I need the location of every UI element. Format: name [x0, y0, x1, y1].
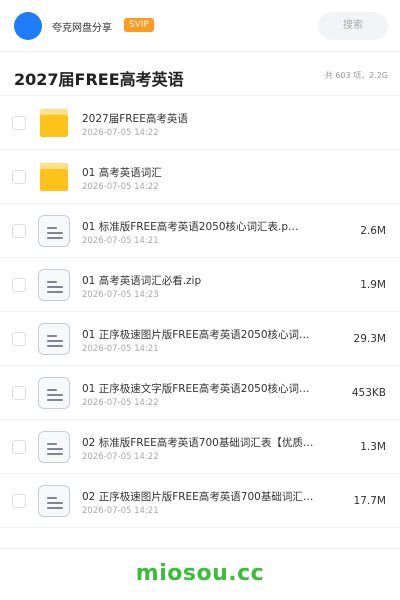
document-icon: [38, 323, 70, 355]
file-size: 1.3M: [360, 441, 386, 453]
folder-header: 2027届FREE高考英语 共 603 项，2.2G: [0, 52, 400, 96]
row-checkbox[interactable]: [12, 224, 26, 238]
file-date: 2026-07-05 14:22: [82, 398, 159, 408]
search-button[interactable]: 搜索: [318, 12, 388, 40]
file-row[interactable]: 02 标准版FREE高考英语700基础词汇表【优质… 2026-07-05 14…: [0, 420, 400, 474]
folder-icon: [40, 109, 68, 137]
row-checkbox[interactable]: [12, 116, 26, 130]
file-date: 2026-07-05 14:23: [82, 290, 159, 300]
document-icon: [38, 377, 70, 409]
file-size: 29.3M: [353, 333, 386, 345]
folder-summary: 共 603 项，2.2G: [324, 71, 388, 80]
file-row[interactable]: 01 正序极速文字版FREE高考英语2050核心词… 2026-07-05 14…: [0, 366, 400, 420]
file-size: 1.9M: [360, 279, 386, 291]
file-date: 2026-07-05 14:22: [82, 182, 159, 192]
svip-badge: SVIP: [124, 18, 154, 32]
file-name: 01 正序极速图片版FREE高考英语2050核心词…: [82, 329, 310, 341]
file-row[interactable]: 01 标准版FREE高考英语2050核心词汇表.p… 2026-07-05 14…: [0, 204, 400, 258]
file-name: 01 正序极速文字版FREE高考英语2050核心词…: [82, 383, 310, 395]
file-row[interactable]: 01 正序极速图片版FREE高考英语2050核心词… 2026-07-05 14…: [0, 312, 400, 366]
document-icon: [38, 431, 70, 463]
row-checkbox[interactable]: [12, 386, 26, 400]
row-checkbox[interactable]: [12, 494, 26, 508]
file-row[interactable]: 01 高考英语词汇必看.zip 2026-07-05 14:23 1.9M: [0, 258, 400, 312]
file-name: 01 高考英语词汇: [82, 167, 162, 179]
folder-icon: [40, 163, 68, 191]
file-name: 01 标准版FREE高考英语2050核心词汇表.p…: [82, 221, 299, 233]
file-name: 2027届FREE高考英语: [82, 113, 188, 125]
row-checkbox[interactable]: [12, 332, 26, 346]
file-name: 02 标准版FREE高考英语700基础词汇表【优质…: [82, 437, 314, 449]
row-checkbox[interactable]: [12, 170, 26, 184]
file-date: 2026-07-05 14:22: [82, 452, 159, 462]
file-row[interactable]: 02 正序极速图片版FREE高考英语700基础词汇… 2026-07-05 14…: [0, 474, 400, 528]
avatar[interactable]: [14, 12, 42, 40]
document-icon: [38, 269, 70, 301]
watermark-text: miosou.cc: [135, 561, 265, 586]
row-checkbox[interactable]: [12, 278, 26, 292]
file-name: 01 高考英语词汇必看.zip: [82, 275, 202, 287]
file-size: 453KB: [351, 387, 386, 399]
file-date: 2026-07-05 14:21: [82, 506, 159, 516]
page-title: 2027届FREE高考英语: [14, 70, 184, 89]
file-date: 2026-07-05 14:22: [82, 128, 159, 138]
file-row[interactable]: 01 高考英语词汇 2026-07-05 14:22: [0, 150, 400, 204]
file-date: 2026-07-05 14:21: [82, 236, 159, 246]
share-user-name[interactable]: 夸克网盘分享: [52, 19, 112, 34]
footer: miosou.cc: [0, 548, 400, 600]
file-size: 2.6M: [360, 225, 386, 237]
file-size: 17.7M: [353, 495, 386, 507]
row-checkbox[interactable]: [12, 440, 26, 454]
file-list: 2027届FREE高考英语 2026-07-05 14:22 01 高考英语词汇…: [0, 96, 400, 528]
file-date: 2026-07-05 14:21: [82, 344, 159, 354]
document-icon: [38, 485, 70, 517]
document-icon: [38, 215, 70, 247]
top-bar: 夸克网盘分享 SVIP 搜索: [0, 0, 400, 52]
file-name: 02 正序极速图片版FREE高考英语700基础词汇…: [82, 491, 314, 503]
file-row[interactable]: 2027届FREE高考英语 2026-07-05 14:22: [0, 96, 400, 150]
